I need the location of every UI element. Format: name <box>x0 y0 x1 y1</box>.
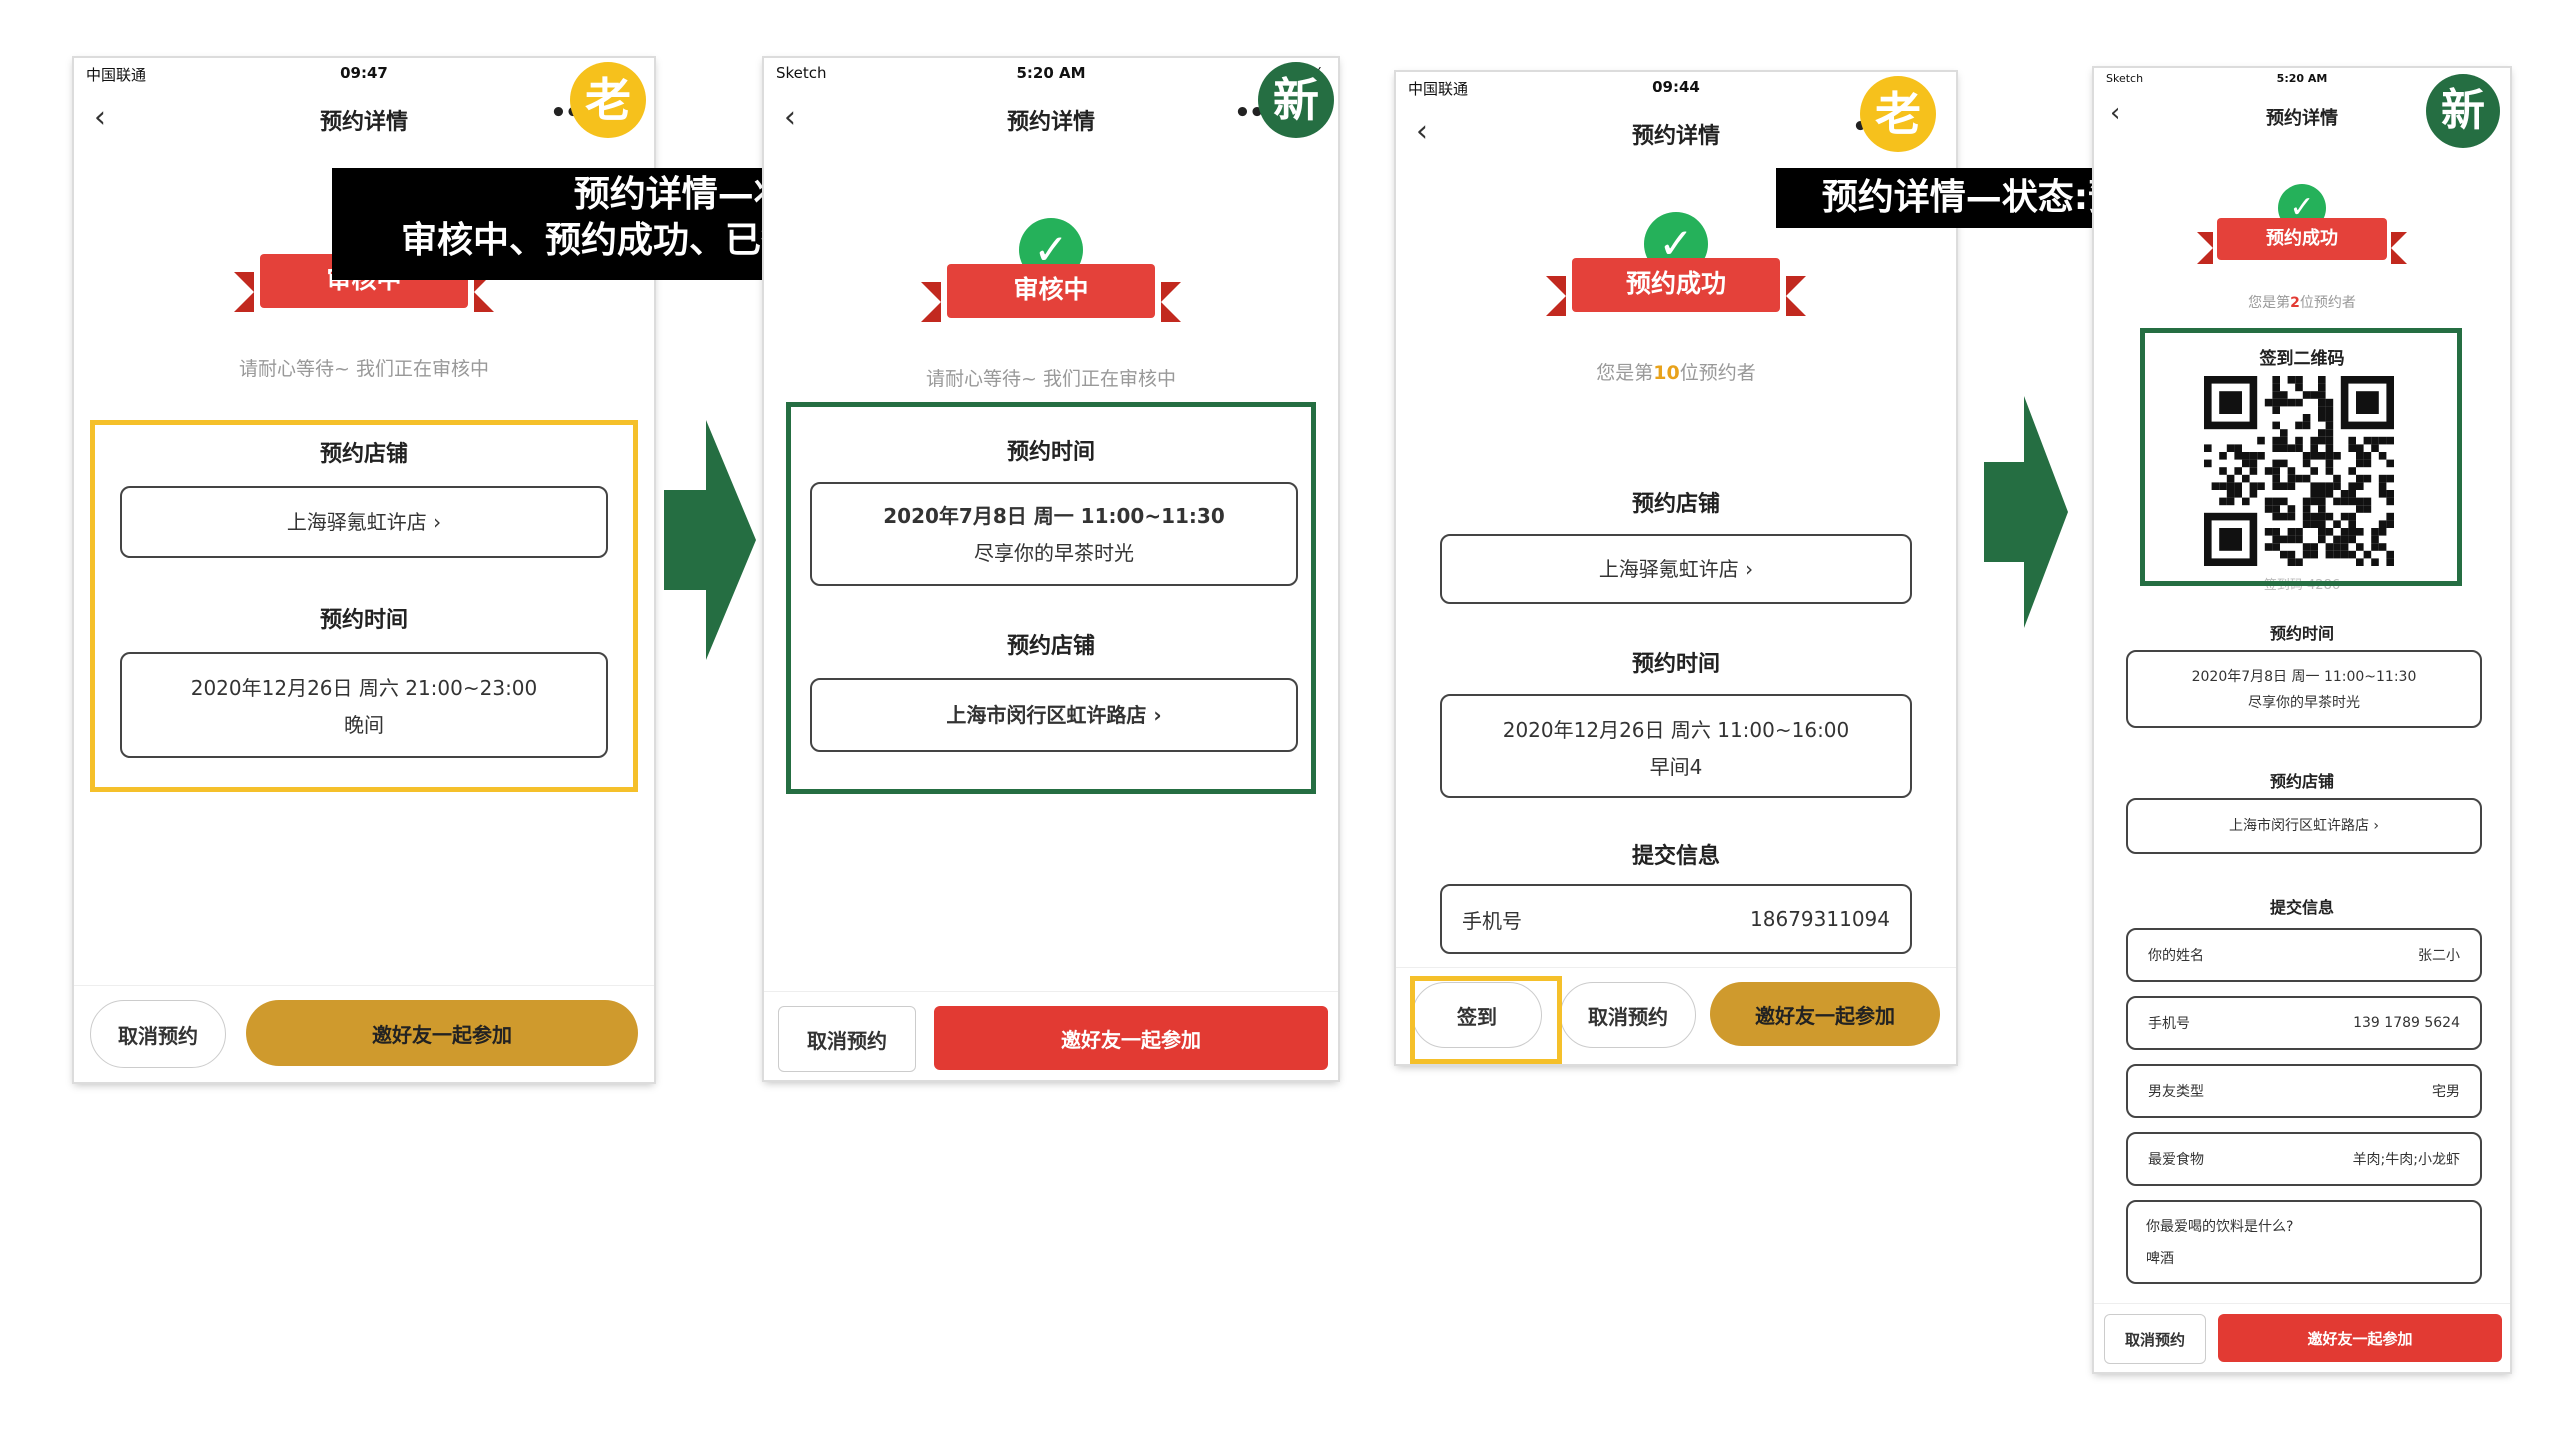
highlight-old-content <box>90 420 638 792</box>
row-label: 男友类型 <box>2148 1084 2204 1100</box>
invite-button[interactable]: 邀好友一起参加 <box>246 1000 638 1066</box>
queue-hint: 您是第10位预约者 <box>1596 362 1756 384</box>
cancel-button[interactable]: 取消预约 <box>2104 1314 2206 1364</box>
bottom-bar: 取消预约 邀好友一起参加 <box>764 991 1338 1080</box>
info-heading: 提交信息 <box>1631 844 1720 869</box>
screen-new-success: Sketch 5:20 AM ‹ 预约详情 ✓ 预约成功 您是第2位预约者 签到… <box>2094 68 2510 1372</box>
nav-bar: ‹ 预约详情 ••• <box>764 88 1338 144</box>
status-bar: Sketch 5:20 AM 100% <box>764 58 1338 88</box>
hint-text: 请耐心等待~ 我们正在审核中 <box>926 368 1176 390</box>
time-box: 2020年12月26日 周六 11:00~16:00 早间4 <box>1440 694 1912 798</box>
ribbon-label: 预约成功 <box>1572 258 1780 312</box>
row-value: 宅男 <box>2432 1084 2460 1100</box>
new-badge: 新 <box>2426 74 2500 148</box>
time-heading: 预约时间 <box>1631 652 1720 677</box>
phone-value: 18679311094 <box>1750 907 1890 931</box>
time-line2: 早间4 <box>1649 755 1703 779</box>
row-label: 手机号 <box>2148 1016 2190 1032</box>
time-box: 2020年7月8日 周一 11:00~11:30 尽享你的早茶时光 <box>2126 650 2482 728</box>
question-row: 你最爱喝的饮料是什么? 啤酒 <box>2126 1200 2482 1284</box>
bottom-bar: 取消预约 邀好友一起参加 <box>2094 1303 2510 1372</box>
invite-button[interactable]: 邀好友一起参加 <box>1710 982 1940 1046</box>
time-line1: 2020年7月8日 周一 11:00~11:30 <box>2191 669 2417 685</box>
bottom-bar: 取消预约 邀好友一起参加 <box>74 985 654 1082</box>
status-ribbon: ✓ 预约成功 <box>2094 184 2510 264</box>
new-badge: 新 <box>1258 62 1334 138</box>
invite-button[interactable]: 邀好友一起参加 <box>2218 1314 2502 1362</box>
right-arrow-icon <box>1984 396 2068 628</box>
question-answer: 啤酒 <box>2146 1251 2174 1267</box>
highlight-checkin <box>1410 976 1562 1064</box>
row-value: 139 1789 5624 <box>2353 1015 2460 1031</box>
store-heading: 预约店铺 <box>1631 492 1720 517</box>
highlight-new-content <box>786 402 1316 794</box>
info-heading: 提交信息 <box>2269 898 2334 917</box>
time-heading: 预约时间 <box>2269 624 2334 643</box>
cancel-button[interactable]: 取消预约 <box>1560 982 1696 1048</box>
phone-row: 手机号 18679311094 <box>1440 884 1912 954</box>
row-label: 你的姓名 <box>2148 948 2204 964</box>
phone-label: 手机号 <box>1462 908 1522 933</box>
clock: 5:20 AM <box>1016 64 1086 82</box>
queue-number: 2 <box>2290 295 2300 311</box>
info-row: 手机号 139 1789 5624 <box>2126 996 2482 1050</box>
right-arrow-icon <box>664 420 756 660</box>
nav-bar: ‹ 预约详情 ••• <box>74 88 654 144</box>
store-link[interactable]: 上海市闵行区虹许路店 › <box>2126 798 2482 854</box>
hint-text: 请耐心等待~ 我们正在审核中 <box>239 358 489 380</box>
time-line2: 尽享你的早茶时光 <box>2248 695 2360 711</box>
row-value: 羊肉;牛肉;小龙虾 <box>2352 1152 2460 1168</box>
status-bar: 中国联通 09:47 <box>74 58 654 88</box>
info-row: 你的姓名 张二小 <box>2126 928 2482 982</box>
info-row: 男友类型 宅男 <box>2126 1064 2482 1118</box>
cancel-button[interactable]: 取消预约 <box>778 1006 916 1072</box>
time-line1: 2020年12月26日 周六 11:00~16:00 <box>1502 718 1850 742</box>
cancel-button[interactable]: 取消预约 <box>90 1000 226 1068</box>
info-row: 最爱食物 羊肉;牛肉;小龙虾 <box>2126 1132 2482 1186</box>
question-label: 你最爱喝的饮料是什么? <box>2146 1219 2294 1235</box>
store-link[interactable]: 上海驿氪虹许店 › <box>1440 534 1912 604</box>
row-value: 张二小 <box>2418 948 2460 964</box>
queue-number: 10 <box>1653 362 1680 384</box>
invite-button[interactable]: 邀好友一起参加 <box>934 1006 1328 1070</box>
store-heading: 预约店铺 <box>2269 772 2334 791</box>
highlight-qr <box>2140 328 2462 586</box>
old-badge: 老 <box>570 62 646 138</box>
clock: 09:47 <box>340 64 388 82</box>
row-label: 最爱食物 <box>2148 1152 2204 1168</box>
ribbon-label: 审核中 <box>947 264 1155 318</box>
status-ribbon: ✓ 审核中 <box>764 218 1338 322</box>
ribbon-label: 预约成功 <box>2217 218 2387 260</box>
queue-hint: 您是第2位预约者 <box>2248 295 2356 311</box>
old-badge: 老 <box>1860 76 1936 152</box>
